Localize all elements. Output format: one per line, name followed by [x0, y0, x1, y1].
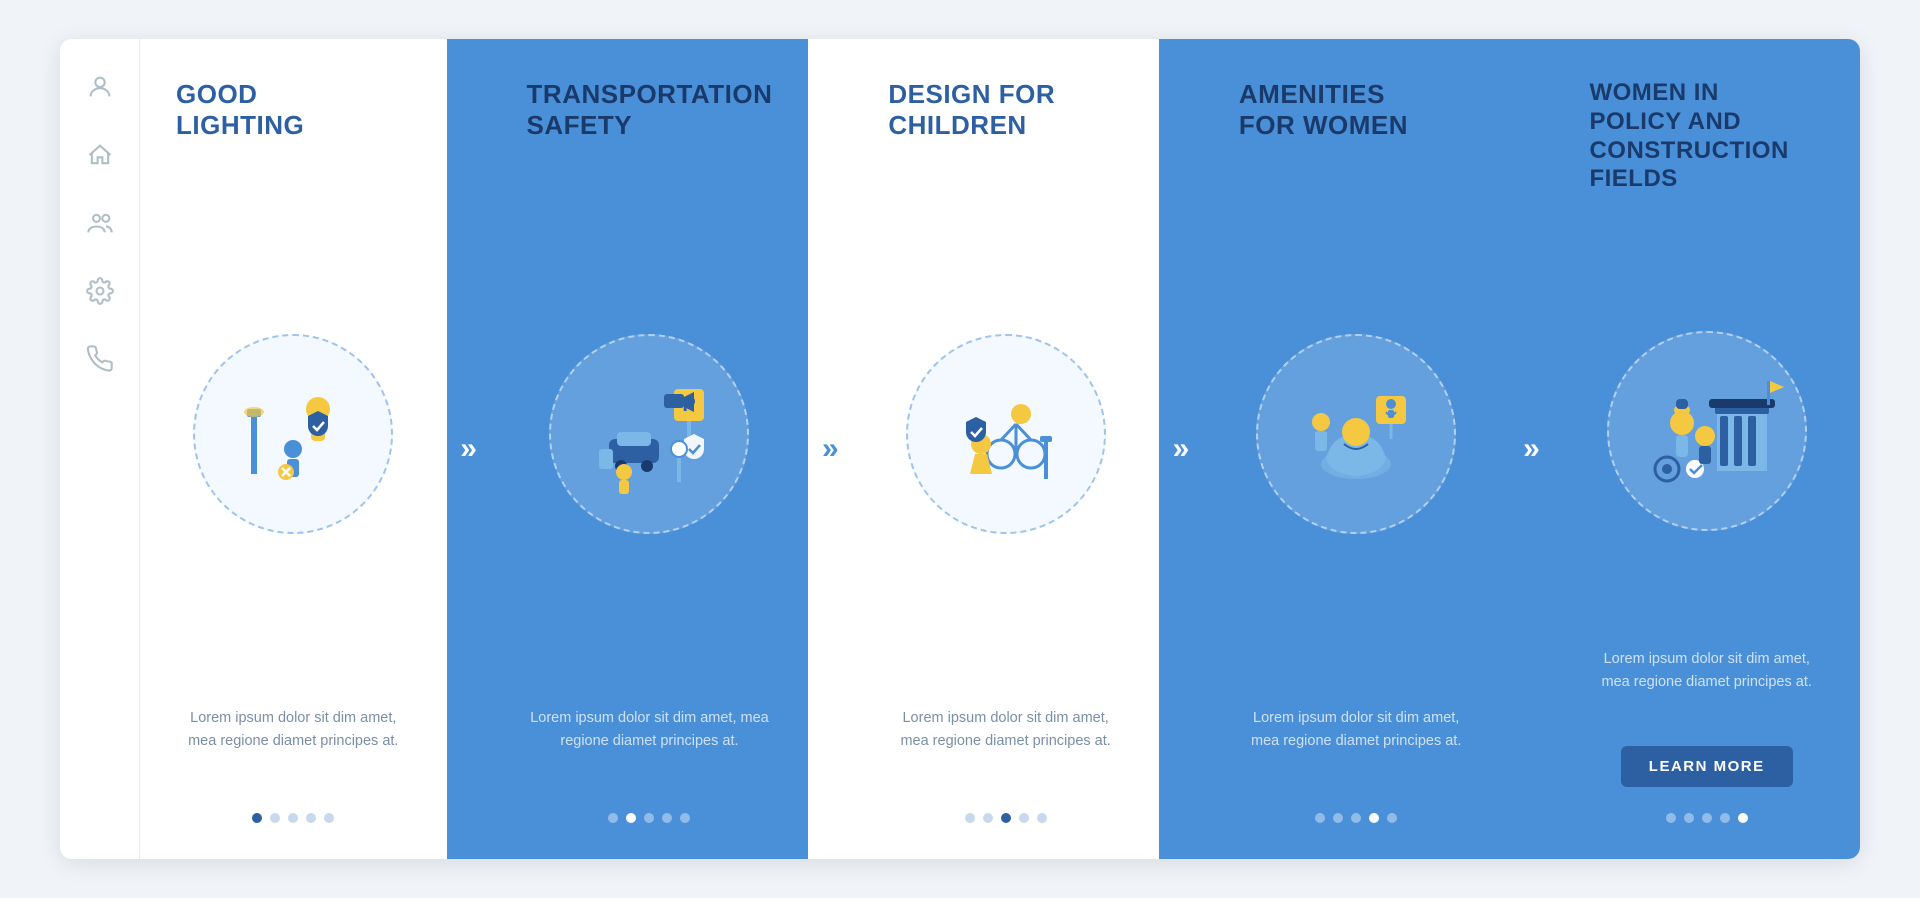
card-2-dots [527, 813, 773, 823]
sidebar [60, 39, 140, 859]
dot-2-3[interactable] [644, 813, 654, 823]
card-women-policy-construction: WOMEN IN POLICY AND CONSTRUCTION FIELDS [1553, 39, 1860, 859]
app-container: GOOD LIGHTING [60, 39, 1860, 859]
dot-1-3[interactable] [288, 813, 298, 823]
chevron-3: » [1159, 39, 1203, 859]
sidebar-icon-phone[interactable] [84, 343, 116, 375]
chevron-2: » [808, 39, 852, 859]
dot-3-1[interactable] [965, 813, 975, 823]
dot-4-5[interactable] [1387, 813, 1397, 823]
card-transportation-safety: TRANSPORTATION SAFETY P [491, 39, 809, 859]
dot-1-1[interactable] [252, 813, 262, 823]
sidebar-icon-users[interactable] [84, 207, 116, 239]
card-1-title: GOOD LIGHTING [176, 79, 411, 141]
dot-3-4[interactable] [1019, 813, 1029, 823]
card-1-desc: Lorem ipsum dolor sit dim amet, mea regi… [176, 707, 411, 787]
card-4-illustration [1239, 171, 1474, 697]
women-policy-svg [1627, 351, 1787, 511]
dot-5-1[interactable] [1666, 813, 1676, 823]
dot-5-3[interactable] [1702, 813, 1712, 823]
dot-2-1[interactable] [608, 813, 618, 823]
dot-5-4[interactable] [1720, 813, 1730, 823]
amenities-women-svg [1276, 354, 1436, 514]
sidebar-icon-home[interactable] [84, 139, 116, 171]
card-5-title: WOMEN IN POLICY AND CONSTRUCTION FIELDS [1589, 79, 1824, 194]
card-2-title: TRANSPORTATION SAFETY [527, 79, 773, 141]
sidebar-icon-user[interactable] [84, 71, 116, 103]
card-2-dashed-circle: P [549, 334, 749, 534]
dot-4-4[interactable] [1369, 813, 1379, 823]
dot-4-1[interactable] [1315, 813, 1325, 823]
card-3-dashed-circle [906, 334, 1106, 534]
card-4-dashed-circle [1256, 334, 1456, 534]
card-2-desc: Lorem ipsum dolor sit dim amet, mea regi… [527, 707, 773, 787]
dot-5-5[interactable] [1738, 813, 1748, 823]
card-3-dots [888, 813, 1123, 823]
card-1-dashed-circle [193, 334, 393, 534]
card-2-illustration: P [527, 171, 773, 697]
card-1-dots [176, 813, 411, 823]
dot-1-5[interactable] [324, 813, 334, 823]
card-4-dots [1239, 813, 1474, 823]
card-3-desc: Lorem ipsum dolor sit dim amet, mea regi… [888, 707, 1123, 787]
card-5-illustration [1589, 224, 1824, 638]
good-lighting-svg [213, 354, 373, 514]
dot-5-2[interactable] [1684, 813, 1694, 823]
chevron-1: » [447, 39, 491, 859]
card-4-desc: Lorem ipsum dolor sit dim amet, mea regi… [1239, 707, 1474, 787]
learn-more-button[interactable]: LEARN MORE [1621, 746, 1793, 787]
dot-3-3[interactable] [1001, 813, 1011, 823]
dot-3-2[interactable] [983, 813, 993, 823]
card-5-desc: Lorem ipsum dolor sit dim amet, mea regi… [1589, 648, 1824, 728]
sidebar-icon-settings[interactable] [84, 275, 116, 307]
card-4-title: AMENITIES FOR WOMEN [1239, 79, 1474, 141]
transportation-safety-svg: P [569, 354, 729, 514]
card-5-dashed-circle [1607, 331, 1807, 531]
card-design-children: DESIGN FOR CHILDREN [852, 39, 1159, 859]
chevron-4: » [1509, 39, 1553, 859]
cards-container: GOOD LIGHTING [140, 39, 1860, 859]
card-3-illustration [888, 171, 1123, 697]
dot-4-3[interactable] [1351, 813, 1361, 823]
design-children-svg [926, 354, 1086, 514]
dot-2-4[interactable] [662, 813, 672, 823]
dot-2-5[interactable] [680, 813, 690, 823]
card-1-illustration [176, 171, 411, 697]
dot-1-2[interactable] [270, 813, 280, 823]
card-good-lighting: GOOD LIGHTING [140, 39, 447, 859]
card-amenities-women: AMENITIES FOR WOMEN [1203, 39, 1510, 859]
dot-4-2[interactable] [1333, 813, 1343, 823]
dot-3-5[interactable] [1037, 813, 1047, 823]
dot-2-2[interactable] [626, 813, 636, 823]
dot-1-4[interactable] [306, 813, 316, 823]
card-3-title: DESIGN FOR CHILDREN [888, 79, 1123, 141]
card-5-dots [1589, 813, 1824, 823]
